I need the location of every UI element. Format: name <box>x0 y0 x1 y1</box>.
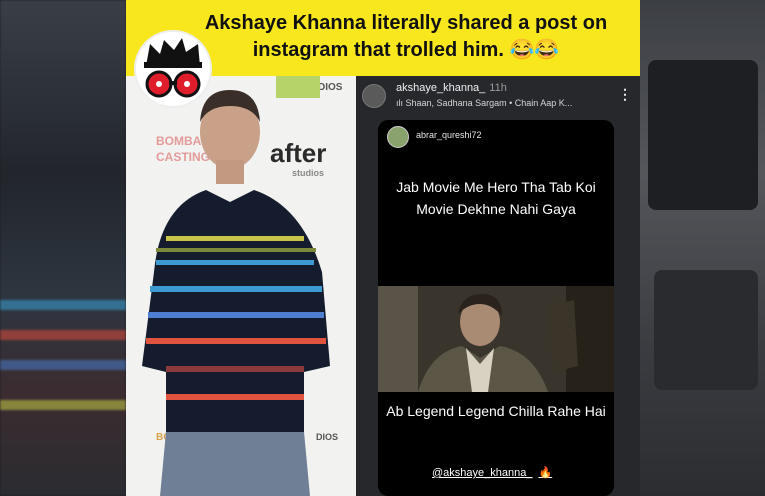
reposted-meme: abrar_qureshi72 Jab Movie Me Hero Tha Ta… <box>378 120 614 496</box>
repost-avatar[interactable] <box>387 126 409 148</box>
audio-bars-icon: ılı <box>396 98 404 108</box>
laughing-emoji: 😂😂 <box>509 39 560 61</box>
meme-caption-top: Jab Movie Me Hero Tha Tab Koi Movie Dekh… <box>378 176 614 220</box>
more-vertical-icon[interactable]: ⋮ <box>618 86 632 103</box>
fire-emoji: 🔥 <box>538 467 553 479</box>
background-shape <box>648 60 758 210</box>
background-shape <box>654 270 758 390</box>
logo-face-icon <box>144 38 202 98</box>
headline-line2: instagram that trolled him. <box>252 39 504 61</box>
background-stripe <box>0 400 126 410</box>
headline: Akshaye Khanna literally shared a post o… <box>196 10 616 64</box>
story-header: akshaye_khanna_ 11h ılı Shaan, Sadhana Sa… <box>356 76 640 116</box>
background-stripe <box>0 360 126 370</box>
background-stripe <box>0 330 126 340</box>
blurred-background-right <box>640 0 765 496</box>
mention-tag[interactable]: @akshaye_khanna_ 🔥 <box>432 466 552 479</box>
song-info[interactable]: ılı Shaan, Sadhana Sargam • Chain Aap K.… <box>396 98 572 108</box>
background-stripe <box>0 300 126 310</box>
meme-caption-bottom: Ab Legend Legend Chilla Rahe Hai <box>386 403 606 419</box>
story-user: akshaye_khanna_ 11h <box>396 82 507 94</box>
instagram-story: akshaye_khanna_ 11h ılı Shaan, Sadhana Sa… <box>356 76 640 496</box>
blurred-background-left <box>0 0 126 496</box>
meme-card: Akshaye Khanna literally shared a post o… <box>126 0 640 496</box>
headline-line1: Akshaye Khanna literally shared a post o… <box>204 12 608 34</box>
meme-caption-line2: Movie Dekhne Nahi Gaya <box>416 201 576 217</box>
meme-caption-line1: Jab Movie Me Hero Tha Tab Koi <box>396 179 596 195</box>
mention-handle[interactable]: @akshaye_khanna_ <box>432 467 532 479</box>
post-time: 11h <box>489 82 507 94</box>
actor-photo: STUDIOS BOMBAY CASTING after studios DIO… <box>126 76 356 496</box>
movie-still <box>378 286 614 392</box>
username[interactable]: akshaye_khanna_ <box>396 82 485 94</box>
repost-username[interactable]: abrar_qureshi72 <box>416 130 482 140</box>
avatar[interactable] <box>362 84 386 108</box>
actor-figure <box>142 90 330 496</box>
song-title: Shaan, Sadhana Sargam • Chain Aap K... <box>405 98 573 108</box>
page-logo <box>134 30 212 108</box>
movie-still-image <box>378 286 614 392</box>
